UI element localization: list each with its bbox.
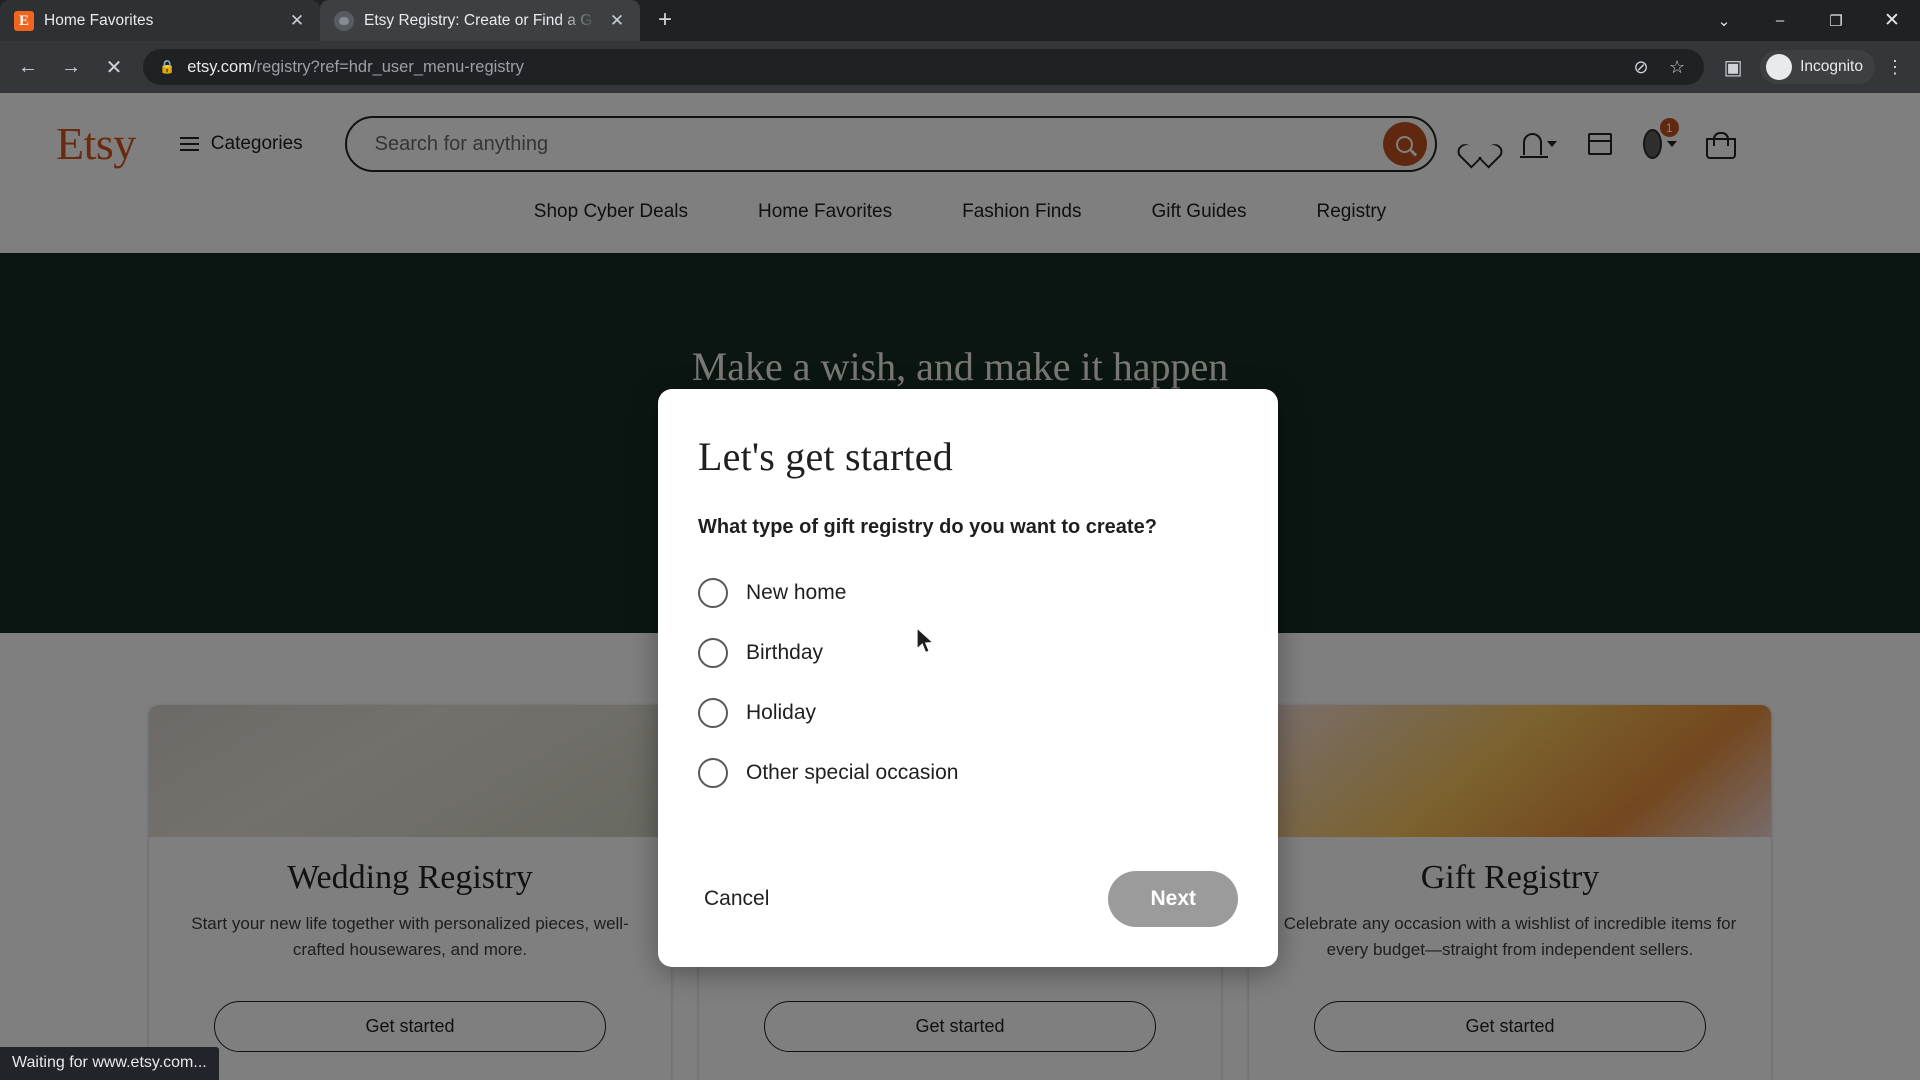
url-domain: etsy.com (187, 57, 252, 76)
radio-circle-icon[interactable] (698, 638, 728, 668)
tab-title: Etsy Registry: Create or Find a G (364, 11, 593, 29)
forward-icon[interactable]: → (51, 47, 91, 87)
minimize-button[interactable]: – (1752, 0, 1808, 41)
address-bar[interactable]: 🔒 etsy.com/registry?ref=hdr_user_menu-re… (143, 49, 1705, 85)
tab-title: Home Favorites (44, 11, 154, 29)
radio-label: Other special occasion (746, 761, 959, 784)
radio-option-holiday[interactable]: Holiday (698, 683, 1238, 743)
status-bar: Waiting for www.etsy.com... (0, 1047, 219, 1080)
radio-circle-icon[interactable] (698, 698, 728, 728)
url-path: /registry?ref=hdr_user_menu-registry (251, 57, 524, 76)
browser-toolbar: ← → ✕ 🔒 etsy.com/registry?ref=hdr_user_m… (0, 41, 1920, 93)
browser-window: E Home Favorites ✕ Etsy Registry: Create… (0, 0, 1920, 1080)
get-started-modal: Let's get started What type of gift regi… (658, 389, 1278, 967)
generic-favicon-icon (334, 10, 354, 31)
close-tab-icon[interactable]: ✕ (286, 10, 308, 32)
etsy-favicon-icon: E (14, 10, 34, 31)
tab-strip: E Home Favorites ✕ Etsy Registry: Create… (0, 0, 1920, 41)
tracking-protection-icon[interactable]: ⊘ (1624, 50, 1658, 84)
cancel-button[interactable]: Cancel (698, 877, 775, 921)
stop-loading-icon[interactable]: ✕ (94, 47, 134, 87)
radio-circle-icon[interactable] (698, 758, 728, 788)
browser-tab-etsy-registry[interactable]: Etsy Registry: Create or Find a G ✕ (320, 0, 640, 41)
radio-option-other-special-occasion[interactable]: Other special occasion (698, 743, 1238, 803)
side-panel-icon[interactable]: ▣ (1713, 47, 1753, 87)
radio-label: New home (746, 581, 847, 604)
radio-label: Birthday (746, 641, 824, 664)
modal-footer: Cancel Next (698, 871, 1238, 927)
new-tab-button[interactable]: + (648, 4, 682, 38)
modal-question: What type of gift registry do you want t… (698, 516, 1157, 538)
close-tab-icon[interactable]: ✕ (606, 10, 628, 32)
window-controls: ⌄ – ❐ ✕ (1696, 0, 1920, 41)
incognito-label: Incognito (1800, 58, 1863, 75)
radio-option-new-home[interactable]: New home (698, 563, 1238, 623)
registry-type-radio-group: New home Birthday Holiday Other special … (698, 563, 1238, 803)
back-icon[interactable]: ← (8, 47, 48, 87)
lock-icon: 🔒 (159, 59, 176, 74)
radio-label: Holiday (746, 701, 817, 724)
tab-search-icon[interactable]: ⌄ (1696, 0, 1752, 41)
incognito-avatar-icon: ● (1766, 54, 1793, 80)
page-content: Etsy Categories 1 (0, 93, 1920, 1080)
maximize-button[interactable]: ❐ (1808, 0, 1864, 41)
address-bar-url: etsy.com/registry?ref=hdr_user_menu-regi… (187, 58, 524, 77)
radio-option-birthday[interactable]: Birthday (698, 623, 1238, 683)
incognito-indicator[interactable]: ● Incognito (1760, 50, 1875, 84)
browser-tab-home-favorites[interactable]: E Home Favorites ✕ (0, 0, 320, 41)
next-button[interactable]: Next (1108, 871, 1238, 927)
bookmark-star-icon[interactable]: ☆ (1660, 50, 1694, 84)
close-window-button[interactable]: ✕ (1864, 0, 1920, 41)
omnibox-actions: ⊘ ☆ (1624, 50, 1694, 84)
browser-menu-icon[interactable]: ⋮ (1878, 58, 1912, 76)
mouse-cursor (916, 627, 935, 654)
modal-title: Let's get started (698, 434, 953, 479)
radio-circle-icon[interactable] (698, 578, 728, 608)
